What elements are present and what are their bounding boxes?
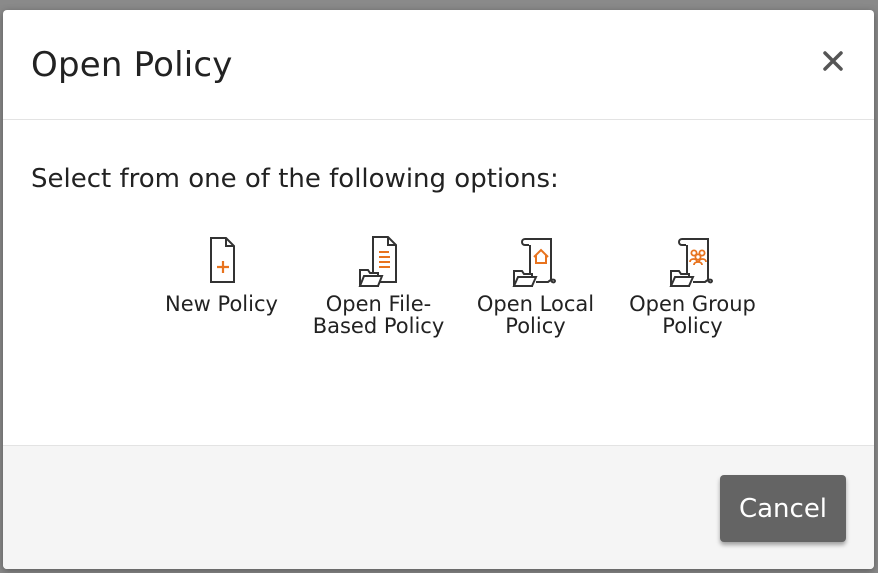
open-local-policy-label: Open Local Policy <box>476 292 595 338</box>
policy-options: New Policy Open File-Based Policy Open L… <box>143 235 771 337</box>
dialog-footer: Cancel <box>3 445 874 569</box>
dialog-body: Select from one of the following options… <box>3 120 874 445</box>
file-based-policy-icon <box>358 236 397 287</box>
open-local-policy-option[interactable]: Open Local Policy <box>457 235 614 337</box>
dialog-title: Open Policy <box>31 45 233 85</box>
open-file-based-policy-label: Open File-Based Policy <box>312 292 445 338</box>
cancel-button[interactable]: Cancel <box>720 475 846 542</box>
options-prompt: Select from one of the following options… <box>31 164 559 194</box>
local-policy-icon <box>511 238 556 287</box>
open-group-policy-option[interactable]: Open Group Policy <box>614 235 771 337</box>
dialog-header: Open Policy <box>3 10 874 120</box>
new-policy-option[interactable]: New Policy <box>143 235 300 337</box>
new-policy-label: New Policy <box>165 292 278 316</box>
close-icon[interactable] <box>820 48 846 74</box>
new-policy-icon <box>209 237 235 283</box>
open-file-based-policy-option[interactable]: Open File-Based Policy <box>300 235 457 337</box>
group-policy-icon <box>668 238 713 287</box>
open-policy-dialog: Open Policy Select from one of the follo… <box>3 10 874 569</box>
open-group-policy-label: Open Group Policy <box>629 292 756 338</box>
